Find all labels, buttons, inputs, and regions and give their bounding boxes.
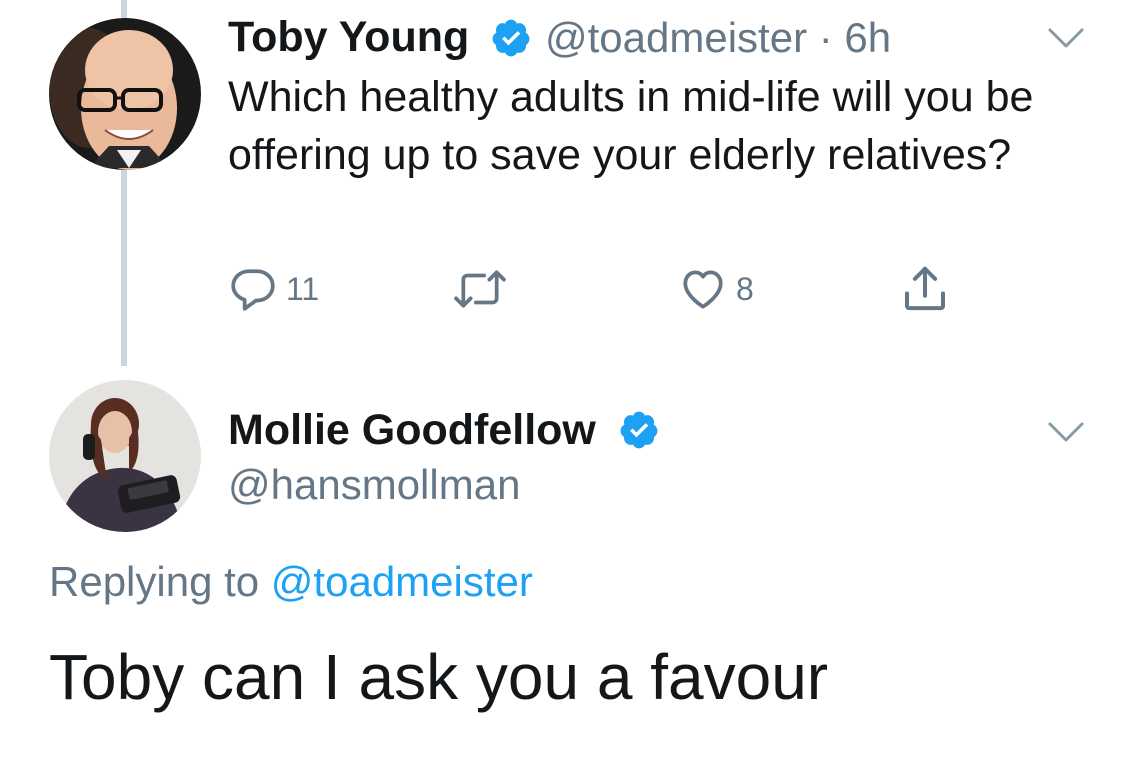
reply-icon — [231, 269, 275, 311]
like-count: 8 — [736, 270, 754, 307]
author-name[interactable]: Toby Young — [228, 13, 469, 62]
avatar[interactable] — [49, 380, 201, 532]
like-button[interactable]: 8 — [678, 264, 754, 314]
reply-button[interactable]: 11 — [228, 264, 319, 314]
verified-badge-icon — [620, 411, 658, 449]
tweet-text: Which healthy adults in mid-life will yo… — [228, 73, 1034, 179]
toby-avatar-image — [49, 18, 201, 170]
replying-to-line: Replying to @toadmeister — [49, 558, 533, 606]
author-handle[interactable]: @hansmollman — [228, 461, 520, 509]
retweet-button[interactable] — [452, 264, 508, 314]
author-handle[interactable]: @toadmeister — [545, 14, 807, 61]
avatar[interactable] — [49, 18, 201, 170]
retweet-icon — [454, 270, 506, 308]
chevron-down-icon[interactable] — [1046, 26, 1086, 50]
tweet-timestamp[interactable]: 6h — [844, 14, 891, 61]
separator-dot: · — [818, 14, 833, 61]
replying-prefix: Replying to — [49, 558, 260, 605]
reply-count: 11 — [286, 270, 320, 307]
replying-to-mention[interactable]: @toadmeister — [271, 558, 533, 605]
mollie-avatar-image — [49, 380, 201, 532]
share-button[interactable] — [898, 264, 952, 314]
verified-badge-icon — [492, 19, 530, 57]
tweet-text: Toby can I ask you a favour — [49, 641, 829, 713]
author-name[interactable]: Mollie Goodfellow — [228, 406, 596, 455]
heart-icon — [683, 270, 723, 309]
share-icon — [904, 266, 946, 311]
author-handle-and-time[interactable]: @toadmeister · 6h — [545, 14, 891, 62]
chevron-down-icon[interactable] — [1046, 420, 1086, 444]
